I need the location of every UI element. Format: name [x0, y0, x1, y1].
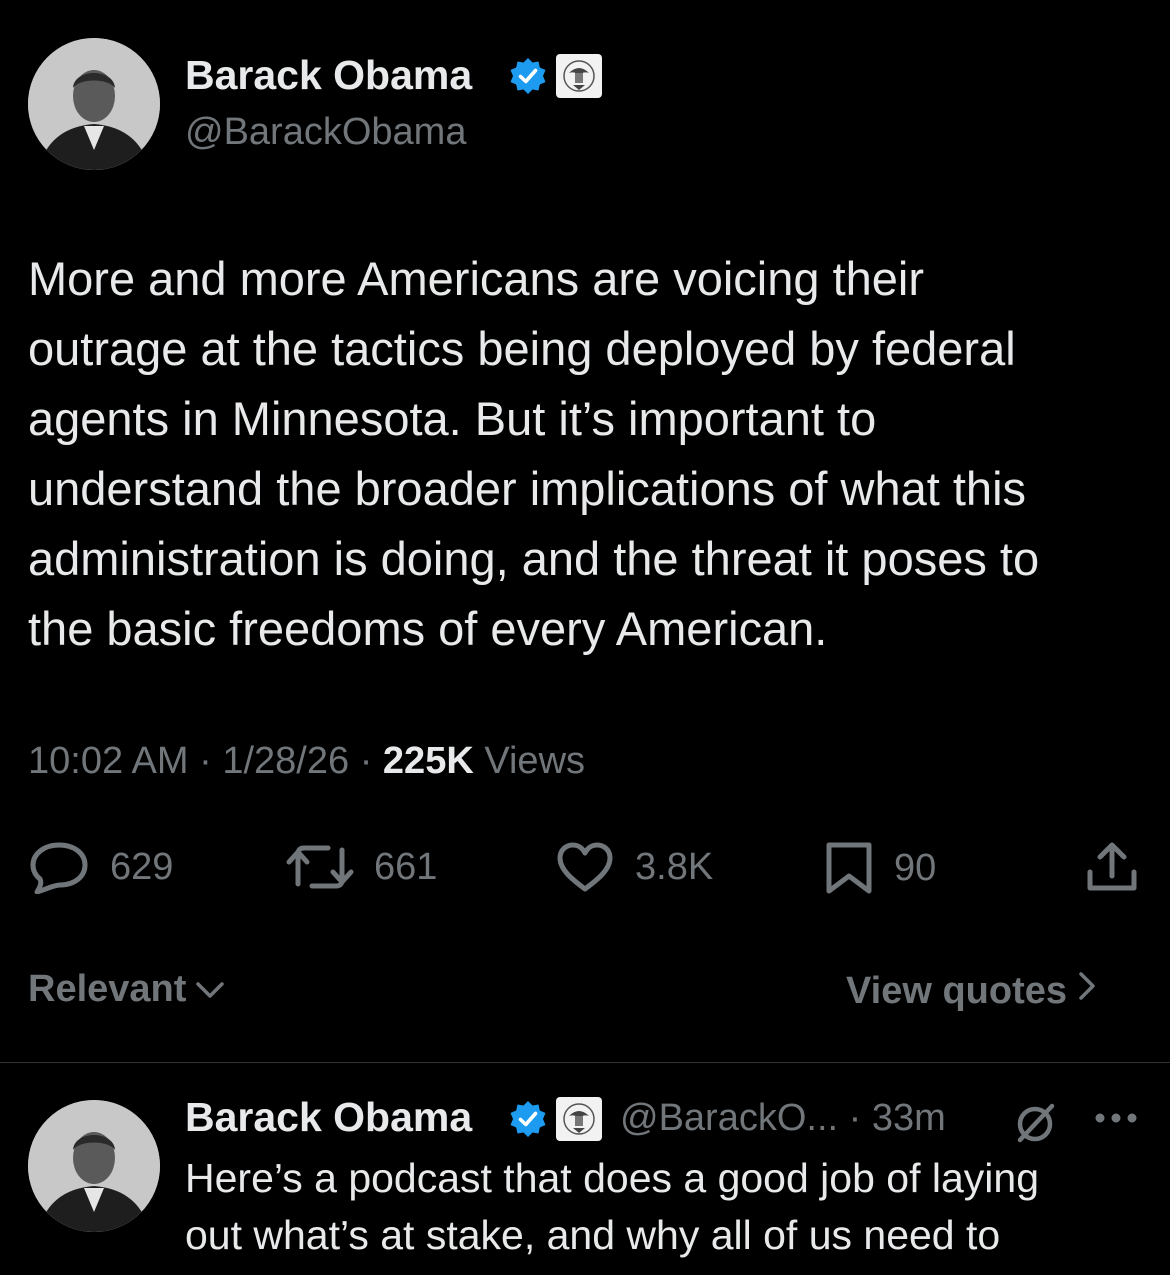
tweet-time: 10:02 AM — [28, 740, 189, 782]
government-seal-icon[interactable] — [555, 53, 603, 99]
bookmark-button[interactable]: 90 — [824, 840, 936, 896]
verified-badge-icon[interactable] — [508, 1099, 548, 1139]
repost-button[interactable]: 661 — [286, 840, 437, 894]
reply-count: 629 — [110, 845, 174, 888]
reply-button[interactable]: 629 — [28, 840, 173, 894]
reply-text: Here’s a podcast that does a good job of… — [185, 1155, 1039, 1258]
views-count[interactable]: 225K — [383, 740, 474, 782]
avatar-photo-icon — [28, 1100, 160, 1232]
verified-badge-icon[interactable] — [508, 56, 548, 96]
chevron-down-icon — [194, 968, 226, 1011]
author-handle[interactable]: @BarackObama — [185, 111, 466, 154]
reply-icon — [28, 840, 90, 894]
share-icon — [1084, 840, 1140, 894]
reply-author-name[interactable]: Barack Obama — [185, 1094, 472, 1141]
chevron-right-icon — [1075, 968, 1099, 1014]
view-quotes-link[interactable]: View quotes — [846, 968, 1099, 1014]
heart-icon — [555, 840, 615, 894]
like-count: 3.8K — [635, 845, 714, 888]
bookmark-count: 90 — [894, 846, 937, 889]
bookmark-icon — [824, 840, 874, 896]
more-options-icon[interactable] — [1092, 1108, 1140, 1133]
reply-time[interactable]: 33m — [872, 1097, 946, 1139]
section-divider — [0, 1062, 1170, 1063]
avatar-photo-icon — [28, 38, 160, 170]
view-quotes-label: View quotes — [846, 969, 1068, 1012]
government-seal-icon[interactable] — [555, 1096, 603, 1142]
tweet-text: More and more Americans are voicing thei… — [28, 252, 1040, 655]
like-button[interactable]: 3.8K — [555, 840, 713, 894]
share-button[interactable] — [1084, 840, 1140, 894]
reply-author-handle[interactable]: @BarackO... — [620, 1097, 838, 1139]
tweet-date: 1/28/26 — [222, 740, 350, 782]
reply-author-handle-line: @BarackO... · 33m — [620, 1097, 946, 1140]
meta-separator: · — [359, 740, 383, 782]
meta-separator: · — [838, 1097, 872, 1139]
sort-label: Relevant — [28, 968, 187, 1010]
reply-author-avatar[interactable] — [28, 1100, 160, 1232]
meta-separator: · — [199, 740, 223, 782]
author-name[interactable]: Barack Obama — [185, 52, 472, 99]
repost-count: 661 — [374, 845, 438, 888]
author-avatar[interactable] — [28, 38, 160, 170]
sort-dropdown[interactable]: Relevant — [28, 968, 226, 1011]
grok-icon[interactable] — [1012, 1100, 1058, 1151]
views-label[interactable]: Views — [484, 740, 585, 782]
tweet-metadata: 10:02 AM · 1/28/26 · 225K Views — [28, 740, 585, 783]
repost-icon — [286, 840, 354, 894]
